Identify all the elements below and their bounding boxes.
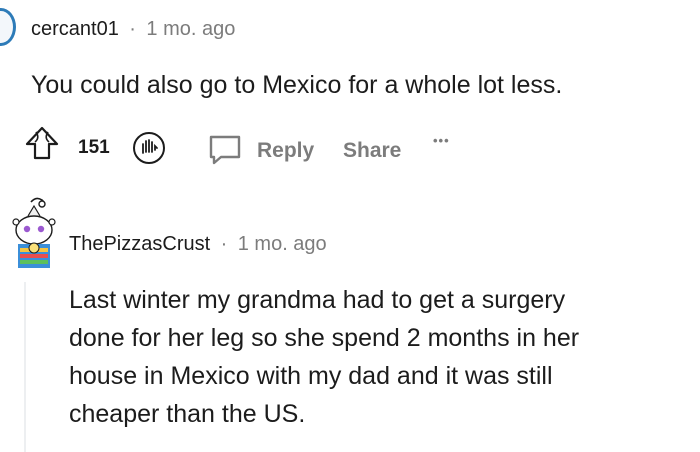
meta-separator: · (129, 18, 136, 40)
reply-button[interactable]: Reply (257, 139, 314, 163)
vote-count: 151 (78, 137, 110, 158)
upvote-icon[interactable] (22, 124, 62, 164)
comment-meta: cercant01 · 1 mo. ago (31, 18, 235, 41)
downvote-icon[interactable] (131, 130, 167, 166)
share-button[interactable]: Share (343, 139, 401, 163)
avatar[interactable] (0, 8, 16, 46)
thread-line[interactable] (24, 282, 26, 452)
username[interactable]: cercant01 (31, 18, 119, 40)
comment-line: done for her leg so she spend 2 months i… (69, 324, 580, 352)
comment-line: house in Mexico with my dad and it was s… (69, 362, 553, 390)
comment-meta: ThePizzasCrust · 1 mo. ago (69, 233, 327, 256)
meta-separator: · (220, 233, 228, 255)
comment-body: You could also go to Mexico for a whole … (31, 71, 563, 99)
comment-body: Last winter my grandma had to get a surg… (69, 281, 694, 433)
timestamp[interactable]: 1 mo. ago (238, 233, 327, 255)
avatar[interactable] (6, 196, 62, 274)
timestamp[interactable]: 1 mo. ago (146, 18, 235, 40)
comment-line: Last winter my grandma had to get a surg… (69, 286, 566, 314)
comment-line: cheaper than the US. (69, 400, 306, 428)
username[interactable]: ThePizzasCrust (69, 233, 210, 255)
more-options-button[interactable]: ••• (433, 133, 450, 148)
reply-icon[interactable] (207, 133, 243, 167)
